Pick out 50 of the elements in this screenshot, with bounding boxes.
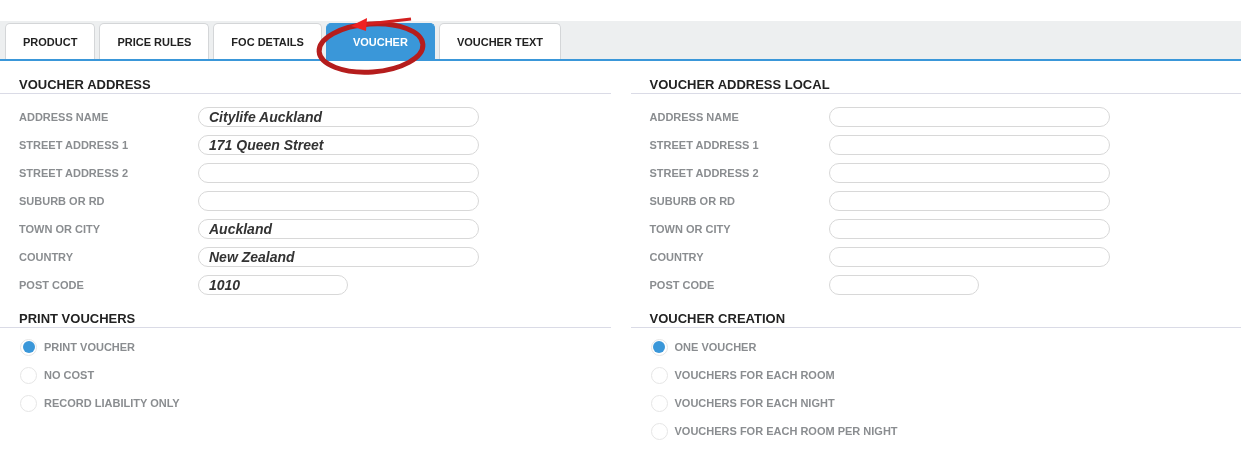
radio-button[interactable]: [20, 394, 37, 412]
radio-label: VOUCHERS FOR EACH NIGHT: [674, 397, 835, 409]
radio-label: RECORD LIABILITY ONLY: [44, 397, 180, 409]
section-title: PRINT VOUCHERS: [0, 299, 611, 328]
input-field[interactable]: 171 Queen Street: [198, 135, 479, 155]
field-label: STREET ADDRESS 1: [648, 139, 760, 151]
input-field[interactable]: Auckland: [198, 219, 479, 239]
input-field[interactable]: [828, 163, 1110, 183]
field-label: SUBURB OR RD: [648, 195, 737, 207]
field-label: POST CODE: [18, 279, 85, 291]
field-label: ADDRESS NAME: [648, 111, 740, 123]
field-label: STREET ADDRESS 2: [648, 167, 760, 179]
field-label: POST CODE: [648, 279, 716, 291]
radio-button[interactable]: [650, 338, 668, 356]
radio-button[interactable]: [650, 366, 668, 384]
tab[interactable]: VOUCHER TEXT: [438, 23, 562, 59]
radio-button[interactable]: [20, 366, 37, 384]
section-title: VOUCHER ADDRESS: [0, 61, 611, 94]
field-label: COUNTRY: [648, 251, 705, 263]
input-field[interactable]: New Zealand: [198, 247, 479, 267]
tab[interactable]: PRODUCT: [5, 23, 96, 59]
field-label: TOWN OR CITY: [648, 223, 732, 235]
radio-label: NO COST: [44, 369, 95, 381]
field-label: SUBURB OR RD: [18, 195, 106, 207]
input-field[interactable]: [828, 275, 979, 295]
input-field[interactable]: [198, 191, 479, 211]
input-field[interactable]: [828, 191, 1110, 211]
field-label: STREET ADDRESS 1: [18, 139, 129, 151]
section-title: VOUCHER ADDRESS LOCAL: [630, 61, 1241, 94]
input-field[interactable]: [828, 219, 1110, 239]
radio-button[interactable]: [650, 394, 668, 412]
input-field[interactable]: Citylife Auckland: [198, 107, 479, 127]
section-title: VOUCHER CREATION: [630, 299, 1241, 328]
radio-label: PRINT VOUCHER: [44, 341, 136, 353]
radio-button[interactable]: [650, 422, 668, 440]
radio-label: VOUCHERS FOR EACH ROOM: [674, 369, 835, 381]
radio-label: VOUCHERS FOR EACH ROOM PER NIGHT: [674, 425, 898, 437]
field-label: STREET ADDRESS 2: [18, 167, 129, 179]
input-field[interactable]: [828, 247, 1110, 267]
input-field[interactable]: [828, 107, 1110, 127]
tab[interactable]: FOC DETAILS: [213, 23, 322, 59]
radio-button[interactable]: [20, 338, 37, 356]
tab[interactable]: PRICE RULES: [99, 23, 210, 59]
field-label: TOWN OR CITY: [18, 223, 102, 235]
input-field[interactable]: [828, 135, 1110, 155]
field-label: ADDRESS NAME: [18, 111, 110, 123]
input-field[interactable]: 1010: [198, 275, 348, 295]
radio-label: ONE VOUCHER: [674, 341, 757, 353]
input-field[interactable]: [198, 163, 479, 183]
field-label: COUNTRY: [18, 251, 74, 263]
